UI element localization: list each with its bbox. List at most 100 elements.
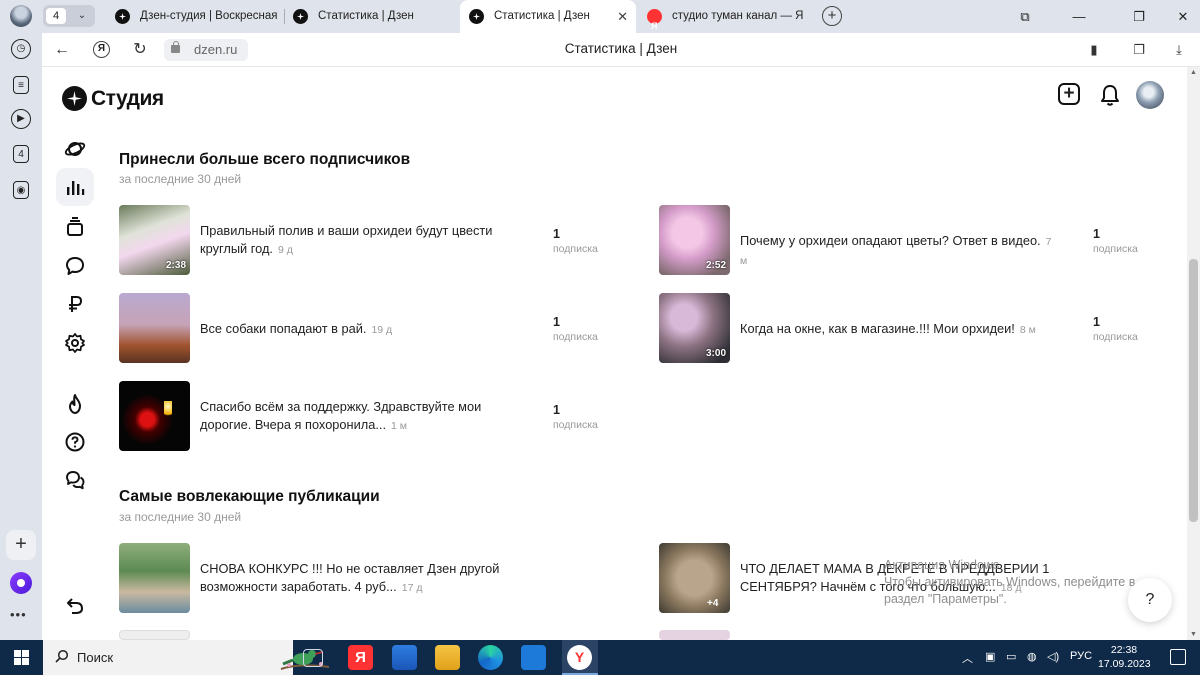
publication-age: 19 д xyxy=(371,324,393,336)
language-indicator[interactable]: РУС xyxy=(1070,650,1092,662)
nav-settings-gear-icon[interactable] xyxy=(56,324,94,362)
tab-count-badge[interactable]: 4 xyxy=(46,8,66,24)
battery-icon[interactable]: ▭ xyxy=(1006,650,1016,663)
mail-icon[interactable] xyxy=(521,645,546,670)
tab-yandex-search[interactable]: студио туман канал — Янд xyxy=(638,0,804,33)
publication-title[interactable]: СНОВА КОНКУРС !!! Но не оставляет Дзен д… xyxy=(200,560,520,597)
tab-label: студио туман канал — Янд xyxy=(672,10,804,22)
article-thumbnail[interactable] xyxy=(119,543,190,613)
scroll-down-arrow-icon[interactable]: ▼ xyxy=(1190,631,1197,638)
taskbar-search[interactable]: Поиск xyxy=(43,640,330,675)
video-duration: 2:38 xyxy=(165,260,186,271)
subscriptions-label: подписка xyxy=(553,243,598,255)
publication-title[interactable]: Когда на окне, как в магазине.!!! Мои ор… xyxy=(740,320,1060,339)
nav-trends-fire-icon[interactable] xyxy=(56,385,94,423)
tab-statistics-1[interactable]: Статистика | Дзен xyxy=(284,0,458,33)
restore-button[interactable]: ❐ xyxy=(1124,0,1154,33)
edge-icon[interactable] xyxy=(478,645,503,670)
tray-app-icon[interactable]: ▣ xyxy=(985,650,995,663)
section-subtitle: за последние 30 дней xyxy=(119,172,242,186)
publication-card[interactable]: 2:52 Почему у орхидеи опадают цветы? Отв… xyxy=(659,205,1159,275)
publication-card[interactable]: СНОВА КОНКУРС !!! Но не оставляет Дзен д… xyxy=(119,543,619,613)
publication-title[interactable]: Все собаки попадают в рай. 19 д xyxy=(200,320,520,339)
bookmark-icon[interactable]: ▮ xyxy=(1084,40,1104,60)
add-sidebar-button[interactable]: + xyxy=(6,530,36,560)
taskbar-clock[interactable]: 22:38 17.09.2023 xyxy=(1098,643,1151,671)
nav-publications-stack-icon[interactable] xyxy=(56,208,94,246)
nav-back-arrow-icon[interactable] xyxy=(56,587,94,625)
history-icon[interactable]: ◷ xyxy=(11,39,31,59)
task-view-icon[interactable] xyxy=(303,649,323,667)
video-thumbnail[interactable]: 3:00 xyxy=(659,293,730,363)
search-placeholder: Поиск xyxy=(77,650,114,665)
publication-card[interactable]: Все собаки попадают в рай. 19 д 1 подписк… xyxy=(119,293,619,363)
tab-group[interactable]: 4 ⌄ xyxy=(43,5,95,27)
volume-icon[interactable]: ◁) xyxy=(1047,650,1059,663)
alice-assistant-icon[interactable] xyxy=(10,572,32,594)
url-field[interactable]: dzen.ru xyxy=(164,39,248,61)
publication-age: 17 д xyxy=(401,582,423,594)
scrollbar-thumb[interactable] xyxy=(1189,259,1198,522)
file-explorer-icon[interactable] xyxy=(435,645,460,670)
windows-start-icon[interactable] xyxy=(14,650,29,665)
publication-age: 9 д xyxy=(277,244,293,256)
tabs-manager-icon[interactable]: ⧉ xyxy=(1010,0,1040,33)
yandex-app-icon[interactable]: Я xyxy=(348,645,373,670)
play-icon[interactable]: ▶ xyxy=(11,109,31,129)
nav-help-question-icon[interactable] xyxy=(56,423,94,461)
windows-activation-watermark: Активация Windows Чтобы активировать Win… xyxy=(884,558,1136,606)
tab-dzen-studio[interactable]: Дзен-студия | Воскресная xyxy=(106,0,282,33)
page-scrollbar[interactable]: ▲ ▼ xyxy=(1187,67,1200,640)
publication-card[interactable]: 2:38 Правильный полив и ваши орхидеи буд… xyxy=(119,205,619,275)
close-window-button[interactable]: ✕ xyxy=(1168,0,1198,33)
tab-statistics-active[interactable]: Статистика | Дзен ✕ xyxy=(460,0,636,33)
tray-chevron-up-icon[interactable]: ︿ xyxy=(962,650,973,666)
user-avatar[interactable] xyxy=(1136,81,1164,109)
notifications-icon[interactable] xyxy=(1170,649,1186,665)
nav-overview-planet-icon[interactable] xyxy=(56,130,94,168)
store-icon[interactable] xyxy=(392,645,417,670)
notifications-bell-icon[interactable] xyxy=(1099,83,1121,107)
download-icon[interactable]: ⤓ xyxy=(1169,40,1189,60)
article-thumbnail[interactable] xyxy=(119,293,190,363)
publication-title[interactable]: Правильный полив и ваши орхидеи будут цв… xyxy=(200,222,520,259)
more-icon[interactable]: ••• xyxy=(10,607,27,622)
article-thumbnail[interactable] xyxy=(659,630,730,640)
tab-counter-icon[interactable]: 4 xyxy=(13,145,29,163)
create-post-button[interactable]: + xyxy=(1058,83,1080,105)
close-tab-icon[interactable]: ✕ xyxy=(617,0,628,33)
network-icon[interactable]: ◍ xyxy=(1027,650,1037,663)
nav-statistics-chart-icon[interactable] xyxy=(56,168,94,206)
publication-title[interactable]: Почему у орхидеи опадают цветы? Ответ в … xyxy=(740,232,1060,270)
url-text: dzen.ru xyxy=(194,42,238,57)
publication-title[interactable]: Спасибо всём за поддержку. Здравствуйте … xyxy=(200,398,520,435)
article-thumbnail[interactable] xyxy=(119,381,190,451)
section-title-top-subscribers: Принесли больше всего подписчиков xyxy=(119,151,411,168)
reader-mode-icon[interactable]: ❐ xyxy=(1129,40,1149,60)
minimize-button[interactable]: — xyxy=(1064,0,1094,33)
scroll-up-arrow-icon[interactable]: ▲ xyxy=(1190,69,1197,76)
reload-button[interactable]: ↻ xyxy=(129,39,151,61)
yandex-home-icon[interactable]: Я xyxy=(93,41,110,58)
collections-icon[interactable]: ≡ xyxy=(13,76,29,94)
article-thumbnail[interactable] xyxy=(119,630,190,640)
publication-card[interactable]: 3:00 Когда на окне, как в магазине.!!! М… xyxy=(659,293,1159,363)
nav-feedback-chat-icon[interactable] xyxy=(56,461,94,499)
video-thumbnail[interactable]: 2:38 xyxy=(119,205,190,275)
video-thumbnail[interactable]: 2:52 xyxy=(659,205,730,275)
publication-card[interactable]: Спасибо всём за поддержку. Здравствуйте … xyxy=(119,381,619,451)
back-button[interactable]: ← xyxy=(51,39,73,61)
dzen-icon xyxy=(293,9,308,24)
yandex-browser-icon[interactable]: Y xyxy=(567,645,592,670)
help-button[interactable]: ? xyxy=(1128,578,1172,622)
chevron-down-icon[interactable]: ⌄ xyxy=(73,8,91,24)
subscriptions-label: подписка xyxy=(1093,243,1138,255)
article-thumbnail[interactable]: +4 xyxy=(659,543,730,613)
screenshot-icon[interactable]: ◉ xyxy=(13,181,29,199)
profile-avatar[interactable] xyxy=(10,5,32,27)
nav-monetization-ruble-icon[interactable] xyxy=(56,285,94,323)
new-tab-button[interactable]: + xyxy=(822,6,842,26)
search-icon xyxy=(55,649,69,663)
nav-comments-icon[interactable] xyxy=(56,247,94,285)
extra-images-badge: +4 xyxy=(707,598,719,609)
